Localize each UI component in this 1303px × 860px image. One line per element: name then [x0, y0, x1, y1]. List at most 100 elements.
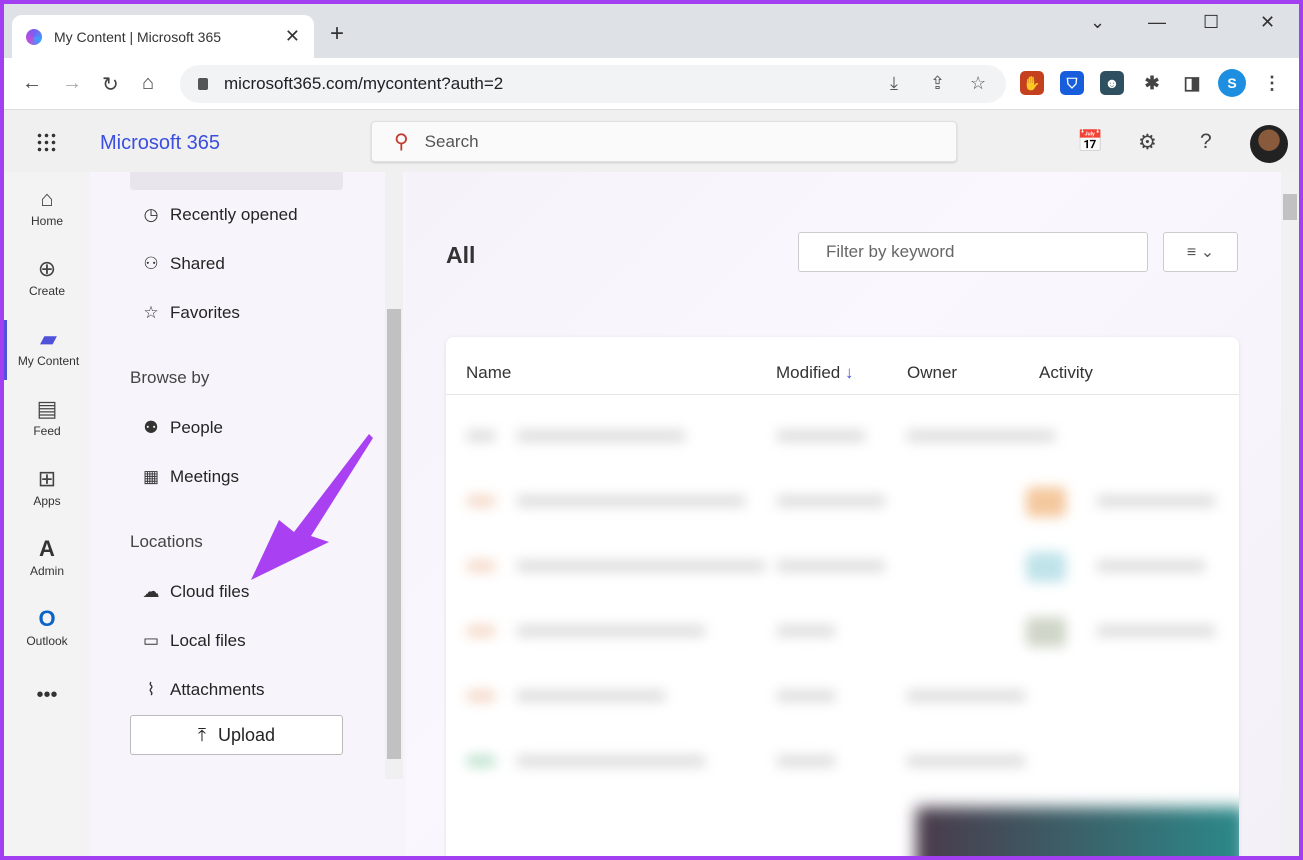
- close-tab-icon[interactable]: ✕: [285, 26, 300, 47]
- share-icon[interactable]: ⇪: [930, 73, 945, 94]
- rail-create[interactable]: ⊕ Create: [4, 256, 90, 298]
- forward-button[interactable]: →: [62, 72, 82, 95]
- ublock-extension-icon[interactable]: ✋: [1020, 71, 1044, 95]
- rail-apps[interactable]: ⊞ Apps: [4, 466, 90, 508]
- home-icon: ⌂: [40, 186, 54, 211]
- paperclip-icon: ⌇: [146, 680, 156, 699]
- nav-shared[interactable]: ⚇ Shared: [140, 254, 225, 274]
- column-name[interactable]: Name: [466, 363, 511, 383]
- back-button[interactable]: ←: [22, 72, 42, 95]
- rail-my-content[interactable]: ▰ My Content: [4, 320, 90, 380]
- main-content: All Filter by keyword ≡ ⌄ Name Modified …: [406, 172, 1299, 856]
- rail-label: Apps: [33, 494, 61, 508]
- left-rail: ⌂ Home ⊕ Create ▰ My Content ▤ Feed ⊞ Apps AA…: [4, 172, 90, 856]
- feed-icon: ▤: [36, 396, 58, 421]
- nav-label: People: [170, 418, 223, 437]
- apps-icon: ⊞: [37, 466, 57, 491]
- new-tab-button[interactable]: +: [330, 20, 344, 48]
- table-row[interactable]: [466, 487, 1216, 517]
- star-icon: ☆: [143, 303, 159, 322]
- table-row[interactable]: [466, 747, 1216, 777]
- column-modified[interactable]: Modified ↓: [776, 363, 854, 383]
- calendar-icon: ▦: [142, 467, 160, 486]
- filter-options-button[interactable]: ≡ ⌄: [1163, 232, 1238, 272]
- extensions-puzzle-icon[interactable]: ✱: [1140, 71, 1164, 95]
- side-panel-icon[interactable]: ◨: [1180, 71, 1204, 95]
- scrollbar-thumb[interactable]: [387, 309, 401, 759]
- extension-mask-icon[interactable]: ☻: [1100, 71, 1124, 95]
- annotation-arrow: [251, 434, 373, 580]
- scrollbar-thumb[interactable]: [1283, 194, 1297, 220]
- avatar[interactable]: [1250, 125, 1288, 163]
- minimize-button[interactable]: —: [1148, 12, 1166, 33]
- nav-item-all-selected[interactable]: [130, 172, 343, 190]
- bookmark-star-icon[interactable]: ☆: [970, 73, 986, 94]
- files-table: Name Modified ↓ Owner Activity: [446, 337, 1239, 856]
- blurred-notification: [916, 807, 1239, 856]
- more-apps-icon[interactable]: •••: [4, 684, 90, 707]
- nav-label: Favorites: [170, 303, 240, 322]
- browser-window: My Content | Microsoft 365 ✕ + ⌄ — ☐ ✕ ← …: [4, 4, 1299, 856]
- app-launcher-icon[interactable]: [36, 132, 56, 152]
- table-row[interactable]: [466, 552, 1216, 582]
- nav-label: Cloud files: [170, 582, 250, 601]
- column-label: Modified: [776, 363, 841, 382]
- column-activity[interactable]: Activity: [1039, 363, 1093, 383]
- help-icon[interactable]: ?: [1200, 130, 1212, 154]
- rail-label: Feed: [33, 424, 61, 438]
- nav-favorites[interactable]: ☆ Favorites: [140, 303, 240, 323]
- url-text: microsoft365.com/mycontent?auth=2: [224, 74, 504, 93]
- rail-admin[interactable]: A Admin: [4, 536, 90, 578]
- rail-home[interactable]: ⌂ Home: [4, 186, 90, 228]
- nav-cloud-files[interactable]: ☁ Cloud files: [140, 582, 250, 602]
- upload-button[interactable]: ⤒ Upload: [130, 715, 343, 755]
- nav-attachments[interactable]: ⌇ Attachments: [140, 680, 265, 700]
- tab-title: My Content | Microsoft 365: [54, 28, 222, 45]
- reload-button[interactable]: ↻: [102, 72, 119, 97]
- m365-logo-icon: [26, 28, 42, 45]
- home-button[interactable]: ⌂: [142, 72, 154, 95]
- table-row[interactable]: [466, 422, 1216, 452]
- rail-outlook[interactable]: O Outlook: [4, 606, 90, 648]
- section-browse-by: Browse by: [130, 368, 210, 387]
- rail-label: Home: [30, 214, 63, 228]
- browser-tab[interactable]: My Content | Microsoft 365 ✕: [12, 15, 314, 58]
- filter-icon: ≡ ⌄: [1186, 244, 1215, 261]
- settings-gear-icon[interactable]: ⚙: [1138, 130, 1157, 155]
- nav-scrollbar[interactable]: [385, 172, 403, 779]
- table-row[interactable]: [466, 617, 1216, 647]
- tab-bar: My Content | Microsoft 365 ✕ + ⌄ — ☐ ✕: [4, 4, 1299, 58]
- profile-extension-icon[interactable]: S: [1218, 69, 1246, 97]
- nav-label: Attachments: [170, 680, 265, 699]
- search-input[interactable]: ⚲ Search: [371, 121, 957, 162]
- bitwarden-extension-icon[interactable]: ⛉: [1060, 71, 1084, 95]
- folder-icon: ▰: [40, 326, 57, 351]
- app-header: Microsoft 365 ⚲ Search 📅 ⚙ ?: [4, 110, 1299, 172]
- rail-label: Create: [28, 284, 66, 298]
- nav-meetings[interactable]: ▦ Meetings: [140, 467, 239, 487]
- table-header: Name Modified ↓ Owner Activity: [446, 337, 1239, 395]
- main-scrollbar[interactable]: [1281, 172, 1299, 856]
- maximize-button[interactable]: ☐: [1203, 12, 1219, 33]
- nav-label: Meetings: [170, 467, 239, 486]
- rail-feed[interactable]: ▤ Feed: [4, 396, 90, 438]
- nav-label: Recently opened: [170, 205, 298, 224]
- column-owner[interactable]: Owner: [907, 363, 957, 383]
- nav-label: Shared: [170, 254, 225, 273]
- rail-label: Outlook: [26, 634, 68, 648]
- menu-kebab-icon[interactable]: ⋮: [1260, 71, 1284, 95]
- address-bar[interactable]: microsoft365.com/mycontent?auth=2 ⤓ ⇪ ☆: [180, 65, 1006, 103]
- tab-search-icon[interactable]: ⌄: [1090, 12, 1105, 33]
- table-row[interactable]: [466, 682, 1216, 712]
- brand-title[interactable]: Microsoft 365: [100, 132, 220, 155]
- admin-icon: A: [39, 536, 55, 561]
- nav-people[interactable]: ⚉ People: [140, 418, 223, 438]
- browser-toolbar: ← → ↻ ⌂ microsoft365.com/mycontent?auth=…: [4, 58, 1299, 110]
- filter-placeholder: Filter by keyword: [826, 242, 955, 261]
- filter-input[interactable]: Filter by keyword: [798, 232, 1148, 272]
- calendar-check-icon[interactable]: 📅: [1077, 130, 1103, 154]
- close-window-button[interactable]: ✕: [1260, 12, 1275, 33]
- nav-local-files[interactable]: ▭ Local files: [140, 631, 246, 651]
- install-icon[interactable]: ⤓: [890, 73, 898, 94]
- nav-recently-opened[interactable]: ◷ Recently opened: [140, 205, 298, 225]
